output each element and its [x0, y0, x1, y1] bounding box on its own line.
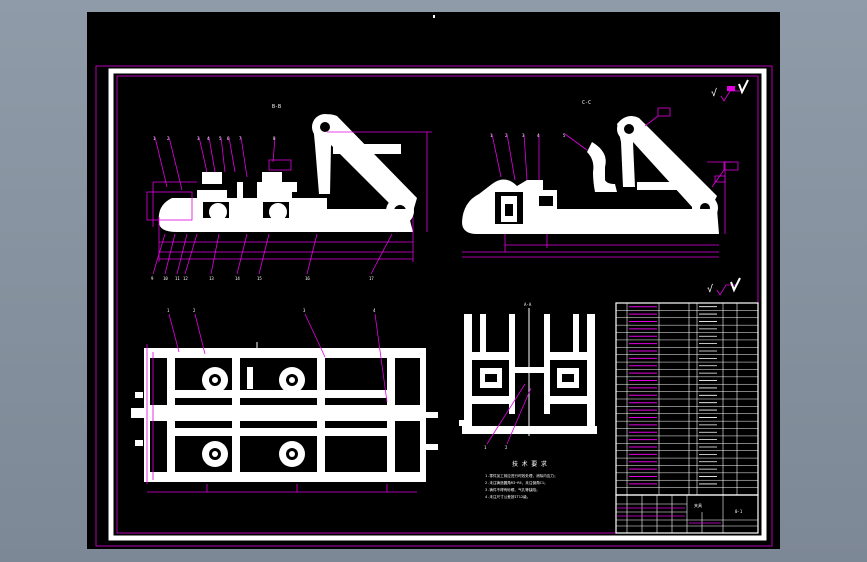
note-4: 4.未注尺寸公差按IT12级。: [485, 494, 530, 499]
notes-title: 技 术 要 求: [512, 460, 547, 468]
svg-text:17: 17: [369, 276, 374, 281]
roughness-symbol-top: √: [711, 79, 749, 102]
svg-text:13: 13: [209, 276, 214, 281]
parts-list: [615, 302, 759, 496]
svg-text:16: 16: [305, 276, 310, 281]
svg-text:8: 8: [273, 136, 276, 141]
svg-text:15: 15: [257, 276, 262, 281]
svg-text:2: 2: [193, 308, 196, 313]
view-right-elevation: C-C 123 45: [462, 100, 739, 258]
view-section: A-A 1 2: [459, 302, 597, 450]
view-left-elevation: B-B 123 456 7 8 9 10 11 12 13 14 15 16 1…: [146, 104, 432, 281]
cad-drawing: B-B 123 456 7 8 9 10 11 12 13 14 15 16 1…: [95, 15, 773, 547]
note-3: 3.铸件不得有砂眼、气孔等缺陷；: [485, 487, 540, 492]
note-2: 2.未注铸造圆角R3~R5，未注倒角C1；: [485, 480, 548, 485]
roughness-symbol-mid: √: [707, 277, 741, 296]
inner-frame-white: [108, 68, 767, 541]
svg-text:11: 11: [175, 276, 180, 281]
cad-viewport[interactable]: B-B 123 456 7 8 9 10 11 12 13 14 15 16 1…: [87, 12, 780, 549]
svg-text:1: 1: [484, 445, 487, 450]
svg-text:12: 12: [183, 276, 188, 281]
title-block-code: 0-1: [735, 509, 743, 514]
svg-text:10: 10: [163, 276, 168, 281]
note-1: 1.零件加工前应进行时效处理，消除内应力；: [485, 473, 558, 478]
svg-text:4: 4: [537, 133, 540, 138]
view-label-section: A-A: [524, 302, 532, 307]
svg-text:4: 4: [373, 308, 376, 313]
technical-notes: 技 术 要 求 1.零件加工前应进行时效处理，消除内应力； 2.未注铸造圆角R3…: [485, 460, 558, 499]
top-mark: [433, 15, 435, 18]
view-label-left: B-B: [272, 104, 281, 110]
title-block: 夹具 0-1: [615, 494, 759, 534]
view-label-right: C-C: [582, 100, 591, 106]
svg-text:5: 5: [563, 133, 566, 138]
svg-text:9: 9: [151, 276, 154, 281]
svg-text:√: √: [711, 87, 717, 99]
svg-text:2: 2: [505, 445, 508, 450]
view-plan: 1 2 3 4: [131, 308, 438, 493]
svg-text:3: 3: [303, 308, 306, 313]
svg-text:1: 1: [167, 308, 170, 313]
title-block-name: 夹具: [694, 502, 702, 508]
svg-text:14: 14: [235, 276, 240, 281]
svg-text:√: √: [707, 283, 713, 295]
